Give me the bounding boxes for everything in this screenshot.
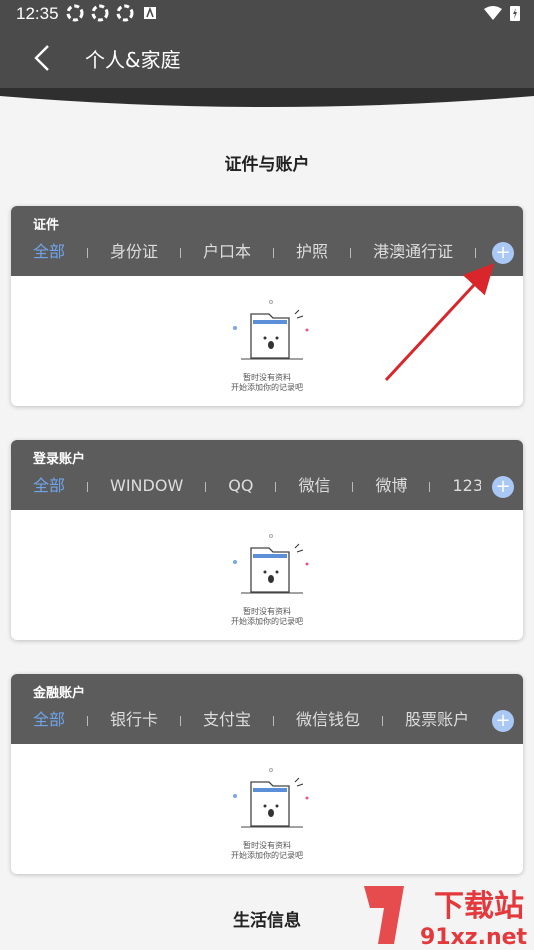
- tab-wechat-wallet[interactable]: 微信钱包: [274, 704, 360, 736]
- section-title-documents-accounts: 证件与账户: [224, 155, 310, 175]
- empty-line-2: 开始添加你的记录吧: [231, 851, 303, 860]
- status-bar: 12:35: [0, 0, 534, 28]
- add-login-account-button[interactable]: +: [492, 476, 514, 498]
- notification-app-icon: [91, 4, 109, 22]
- tab-passport[interactable]: 护照: [274, 236, 328, 268]
- back-arrow-icon[interactable]: [30, 42, 58, 74]
- battery-charging-icon: [510, 6, 520, 21]
- card-title: 证件: [33, 218, 60, 233]
- card-title: 金融账户: [33, 686, 86, 701]
- tab-12306[interactable]: 1230: [430, 470, 481, 502]
- tab-weibo[interactable]: 微博: [353, 470, 407, 502]
- tab-all[interactable]: 全部: [11, 236, 65, 268]
- tab-divider: [475, 247, 477, 258]
- empty-state: 暂时没有资料 开始添加你的记录吧: [11, 744, 523, 874]
- empty-folder-icon: [233, 534, 309, 594]
- add-document-button[interactable]: +: [492, 242, 514, 264]
- tab-window[interactable]: WINDOW: [88, 470, 183, 502]
- tab-qq[interactable]: QQ: [206, 470, 253, 502]
- tab-wechat[interactable]: 微信: [276, 470, 330, 502]
- tab-id-card[interactable]: 身份证: [88, 236, 158, 268]
- tab-household-register[interactable]: 户口本: [181, 236, 251, 268]
- status-time: 12:35: [16, 4, 59, 23]
- empty-line-2: 开始添加你的记录吧: [231, 617, 303, 626]
- empty-line-1: 暂时没有资料: [243, 607, 291, 616]
- card-financial-accounts: 金融账户 全部 银行卡 支付宝 微信钱包 股票账户 + 暂时没有资料 开始添加你的记录吧: [11, 674, 523, 874]
- wifi-icon: [484, 6, 502, 20]
- app-header: 12:35 个人&家庭: [0, 0, 534, 90]
- notification-icons: [66, 4, 159, 22]
- watermark-brand: 下载站: [434, 889, 524, 924]
- add-financial-account-button[interactable]: +: [492, 710, 514, 732]
- annotation-arrow-icon: [384, 263, 495, 382]
- tab-bank-card[interactable]: 银行卡: [88, 704, 158, 736]
- tab-all[interactable]: 全部: [11, 704, 65, 736]
- empty-folder-icon: [233, 300, 309, 360]
- tab-all[interactable]: 全部: [11, 470, 65, 502]
- status-right-icons: [484, 5, 520, 21]
- tab-bar: 全部 WINDOW QQ 微信微博 1230: [11, 470, 481, 502]
- header-curve: [0, 88, 534, 107]
- empty-folder-icon: [233, 768, 309, 828]
- tab-alipay[interactable]: 支付宝: [181, 704, 251, 736]
- empty-line-1: 暂时没有资料: [243, 841, 291, 850]
- watermark-domain: 91xz.net: [420, 925, 528, 950]
- card-header: 登录账户 全部 WINDOW QQ 微信微博 1230 +: [11, 440, 523, 510]
- card-title: 登录账户: [33, 452, 86, 467]
- empty-state: 暂时没有资料 开始添加你的记录吧: [11, 510, 523, 640]
- tab-stock-account[interactable]: 股票账户: [383, 704, 469, 736]
- card-header: 金融账户 全部 银行卡 支付宝 微信钱包 股票账户 +: [11, 674, 523, 744]
- notification-app-icon: [116, 4, 134, 22]
- site-watermark-logo: 下载站 91xz.net: [364, 886, 528, 950]
- card-login-accounts: 登录账户 全部 WINDOW QQ 微信微博 1230 + 暂时没有资料 开始添加你的记…: [11, 440, 523, 640]
- notification-a-icon: [144, 6, 156, 19]
- notification-app-icon: [66, 4, 84, 22]
- page-title: 个人&家庭: [85, 48, 181, 72]
- tab-bar: 全部 银行卡 支付宝 微信钱包 股票账户: [11, 704, 481, 736]
